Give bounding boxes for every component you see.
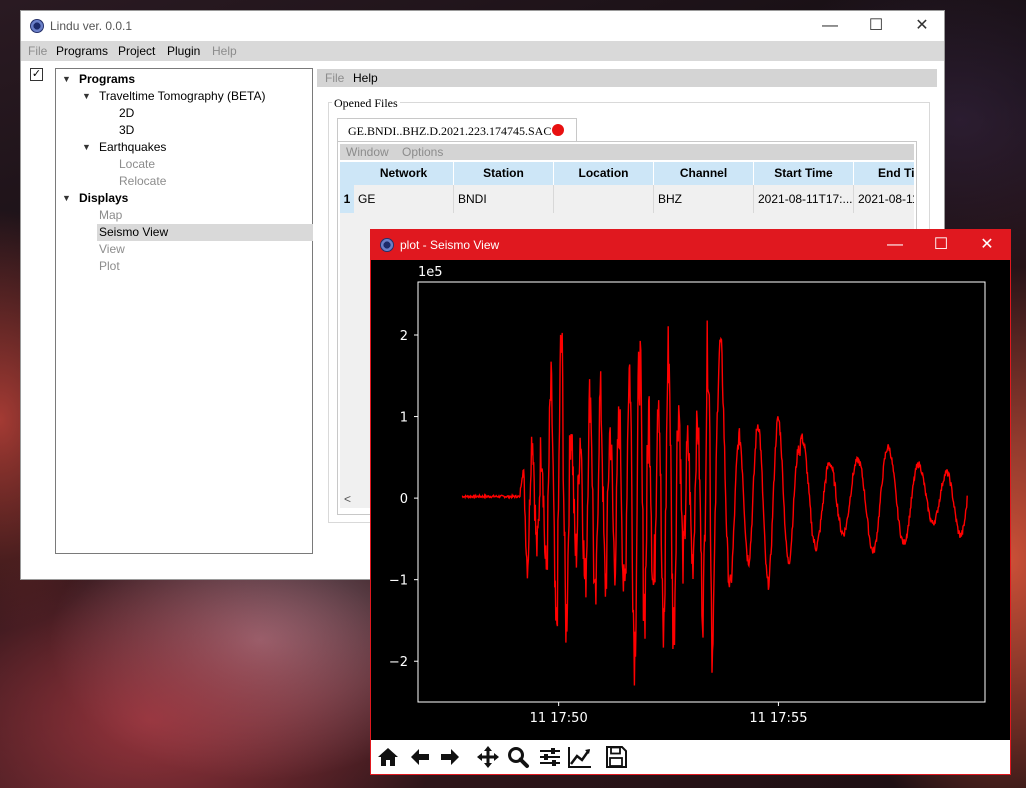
tree-item-programs[interactable]: Programs [79, 71, 135, 88]
plot-titlebar[interactable]: plot - Seismo View — ☐ ✕ [371, 230, 1010, 260]
plot-toolbar [371, 740, 1010, 774]
navigation-tree: ▼ Programs ▼ Traveltime Tomography (BETA… [55, 68, 313, 554]
cell-channel[interactable]: BHZ [654, 185, 754, 213]
tree-item-relocate[interactable]: Relocate [119, 173, 166, 190]
y-tick-label: −2 [389, 655, 408, 670]
seismo-menu-file[interactable]: File [325, 71, 344, 85]
menu-file[interactable]: File [28, 44, 47, 58]
tree-item-map[interactable]: Map [99, 207, 122, 224]
tree-item-plot[interactable]: Plot [99, 258, 120, 275]
sub-menubar: Window Options [340, 144, 914, 160]
plot-minimize-button[interactable]: — [872, 230, 918, 260]
main-titlebar[interactable]: Lindu ver. 0.0.1 — ☐ ✕ [21, 11, 944, 41]
seismo-view-menubar: File Help [317, 69, 937, 87]
file-tab-label: GE.BNDI..BHZ.D.2021.223.174745.SAC [348, 124, 552, 138]
maximize-button[interactable]: ☐ [853, 11, 899, 41]
menu-programs[interactable]: Programs [56, 44, 108, 58]
subplots-config-icon[interactable] [537, 745, 563, 769]
offset-label: 1e5 [418, 265, 443, 280]
cell-station[interactable]: BNDI [454, 185, 554, 213]
home-icon[interactable] [375, 745, 401, 769]
plot-close-button[interactable]: ✕ [964, 230, 1010, 260]
main-window-title: Lindu ver. 0.0.1 [50, 19, 133, 33]
collapse-arrow-icon[interactable]: ▼ [82, 139, 91, 156]
plot-maximize-button[interactable]: ☐ [918, 230, 964, 260]
file-tab[interactable]: GE.BNDI..BHZ.D.2021.223.174745.SAC [337, 118, 577, 141]
plot-window-title: plot - Seismo View [400, 238, 500, 252]
scroll-left-icon[interactable]: < [344, 492, 351, 506]
close-button[interactable]: ✕ [899, 11, 945, 41]
app-icon [380, 238, 394, 252]
tree-item-locate[interactable]: Locate [119, 156, 155, 173]
opened-files-title: Opened Files [332, 96, 400, 111]
y-tick-label: 2 [400, 329, 408, 344]
cell-location[interactable] [554, 185, 654, 213]
plot-window: plot - Seismo View — ☐ ✕ −2 −1 0 1 2 11 17:5… [370, 229, 1011, 775]
tree-item-seismo-view[interactable]: Seismo View [97, 224, 313, 241]
y-tick-label: 0 [400, 492, 408, 507]
y-tick-label: 1 [400, 411, 408, 426]
cell-start-time[interactable]: 2021-08-11T17:... [754, 185, 854, 213]
zoom-icon[interactable] [505, 745, 531, 769]
menu-plugin[interactable]: Plugin [167, 44, 200, 58]
minimize-button[interactable]: — [807, 11, 853, 41]
column-header-start-time[interactable]: Start Time [754, 162, 854, 185]
collapse-arrow-icon[interactable]: ▼ [82, 88, 91, 105]
main-menubar: File Programs Project Plugin Help [21, 41, 944, 61]
x-tick-label: 11 17:55 [749, 711, 807, 726]
tree-item-2d[interactable]: 2D [119, 105, 134, 122]
collapse-arrow-icon[interactable]: ▼ [62, 71, 71, 88]
menu-help[interactable]: Help [212, 44, 237, 58]
column-header-station[interactable]: Station [454, 162, 554, 185]
column-header-network[interactable]: Network [354, 162, 454, 185]
tree-item-3d[interactable]: 3D [119, 122, 134, 139]
menu-project[interactable]: Project [118, 44, 155, 58]
cell-end-time[interactable]: 2021-08-11 [854, 185, 914, 213]
pan-icon[interactable] [475, 745, 501, 769]
save-icon[interactable] [603, 745, 629, 769]
app-icon [30, 19, 44, 33]
row-number[interactable]: 1 [340, 185, 354, 213]
cell-network[interactable]: GE [354, 185, 454, 213]
seismogram-plot[interactable]: −2 −1 0 1 2 11 17:50 11 17:55 1e5 [371, 260, 1010, 740]
column-header-end-time[interactable]: End Tir [854, 162, 914, 185]
panel-checkbox[interactable]: ✓ [30, 68, 43, 81]
tree-item-view[interactable]: View [99, 241, 125, 258]
y-tick-label: −1 [389, 574, 408, 589]
back-arrow-icon[interactable] [407, 745, 433, 769]
tree-item-traveltime[interactable]: Traveltime Tomography (BETA) [99, 88, 266, 105]
column-header-location[interactable]: Location [554, 162, 654, 185]
close-tab-icon[interactable] [552, 124, 564, 136]
tree-item-earthquakes[interactable]: Earthquakes [99, 139, 166, 156]
column-header-channel[interactable]: Channel [654, 162, 754, 185]
x-tick-label: 11 17:50 [530, 711, 588, 726]
axes-edit-icon[interactable] [567, 745, 593, 769]
sub-menu-window[interactable]: Window [346, 145, 389, 159]
sub-menu-options[interactable]: Options [402, 145, 443, 159]
collapse-arrow-icon[interactable]: ▼ [62, 190, 71, 207]
tree-item-displays[interactable]: Displays [79, 190, 128, 207]
table-corner [340, 162, 354, 185]
seismo-menu-help[interactable]: Help [353, 71, 378, 85]
forward-arrow-icon[interactable] [437, 745, 463, 769]
